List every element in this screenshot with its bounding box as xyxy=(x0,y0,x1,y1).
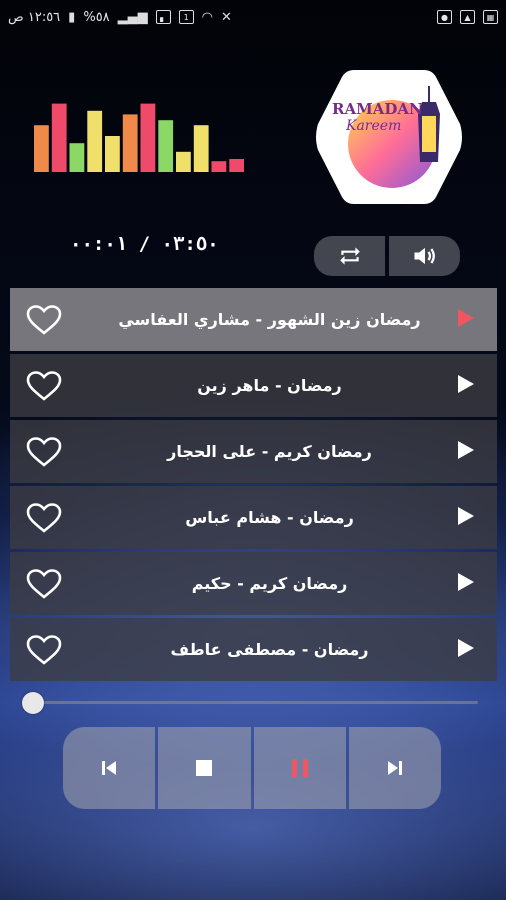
heart-icon[interactable] xyxy=(26,436,62,467)
status-time: ١٢:٥٦ ص xyxy=(8,9,61,25)
play-icon[interactable] xyxy=(457,638,475,662)
track-title: رمضان كريم - على الحجار xyxy=(167,442,372,461)
seek-track[interactable] xyxy=(32,701,478,704)
next-button[interactable] xyxy=(348,727,441,809)
equalizer-bar xyxy=(140,103,156,172)
battery-percent: %٥٨ xyxy=(83,9,110,25)
player-controls xyxy=(63,727,441,809)
equalizer-bar xyxy=(211,161,227,172)
volume-button[interactable] xyxy=(389,236,460,276)
previous-button[interactable] xyxy=(63,727,156,809)
repeat-icon xyxy=(339,247,360,265)
heart-icon[interactable] xyxy=(26,502,62,533)
logo-text-ramadan: RAMADAN xyxy=(332,100,423,118)
track-title: رمضان - مصطفى عاطف xyxy=(170,640,369,659)
play-icon[interactable] xyxy=(457,506,475,530)
equalizer-bar xyxy=(105,136,120,172)
equalizer-visualizer xyxy=(34,103,244,172)
equalizer-bar xyxy=(229,159,244,172)
equalizer-bar xyxy=(51,103,67,172)
stop-button[interactable] xyxy=(158,727,251,809)
track-title: رمضان - ماهر زين xyxy=(197,376,342,395)
stop-icon xyxy=(196,760,213,776)
track-row[interactable]: رمضان كريم - على الحجار xyxy=(10,420,497,483)
play-icon[interactable] xyxy=(457,440,475,464)
equalizer-bar xyxy=(176,151,191,172)
equalizer-bar xyxy=(122,114,138,172)
track-row[interactable]: رمضان زين الشهور - مشاري العفاسي xyxy=(10,288,497,351)
equalizer-bar xyxy=(87,110,103,172)
track-row[interactable]: رمضان - ماهر زين xyxy=(10,354,497,417)
heart-icon[interactable] xyxy=(26,568,62,599)
gallery-icon: ▲ xyxy=(460,10,475,24)
play-icon[interactable] xyxy=(457,572,475,596)
logo-text-kareem: Kareem xyxy=(345,118,401,134)
equalizer-bar xyxy=(158,120,174,172)
track-title: رمضان - هشام عباس xyxy=(185,508,354,527)
skip-next-icon xyxy=(387,761,402,775)
track-row[interactable]: رمضان كريم - حكيم xyxy=(10,552,497,615)
image-icon: ▦ xyxy=(483,10,498,24)
track-list: رمضان زين الشهور - مشاري العفاسي رمضان -… xyxy=(10,288,497,684)
track-title: رمضان زين الشهور - مشاري العفاسي xyxy=(118,310,421,329)
repeat-button[interactable] xyxy=(314,236,385,276)
seek-bar[interactable] xyxy=(22,692,478,714)
signal-icon: ▂▄▆ xyxy=(117,9,148,25)
skip-previous-icon xyxy=(102,761,117,775)
top-controls xyxy=(314,236,460,276)
notification-icon: ● xyxy=(437,10,452,24)
mute-icon: ✕ xyxy=(221,9,232,25)
heart-icon[interactable] xyxy=(26,634,62,665)
seek-thumb[interactable] xyxy=(22,692,44,714)
playback-timer: ٠٣:٥٠ / ٠٠:٠١ xyxy=(70,233,219,255)
track-title: رمضان كريم - حكيم xyxy=(191,574,348,593)
status-bar: ١٢:٥٦ ص ▮ %٥٨ ▂▄▆ ▖ 1 ◠ ✕ ● ▲ ▦ xyxy=(0,0,506,34)
pause-button[interactable] xyxy=(253,727,346,809)
heart-icon[interactable] xyxy=(26,304,62,335)
signal-icon-2: ▖ xyxy=(155,10,171,24)
track-row[interactable]: رمضان - مصطفى عاطف xyxy=(10,618,497,681)
ramadan-kareem-logo: RAMADAN Kareem xyxy=(316,70,462,205)
volume-icon xyxy=(414,247,435,265)
equalizer-bar xyxy=(34,125,49,172)
pause-icon xyxy=(291,759,308,777)
equalizer-bar xyxy=(69,143,85,172)
play-icon[interactable] xyxy=(457,308,475,332)
play-icon[interactable] xyxy=(457,374,475,398)
track-row[interactable]: رمضان - هشام عباس xyxy=(10,486,497,549)
status-left: ١٢:٥٦ ص ▮ %٥٨ ▂▄▆ ▖ 1 ◠ ✕ xyxy=(8,10,232,25)
status-right: ● ▲ ▦ xyxy=(437,10,498,24)
wifi-icon: ◠ xyxy=(201,9,213,25)
heart-icon[interactable] xyxy=(26,370,62,401)
equalizer-bar xyxy=(193,125,209,172)
sim-badge: 1 xyxy=(178,10,194,24)
battery-icon: ▮ xyxy=(68,9,76,25)
